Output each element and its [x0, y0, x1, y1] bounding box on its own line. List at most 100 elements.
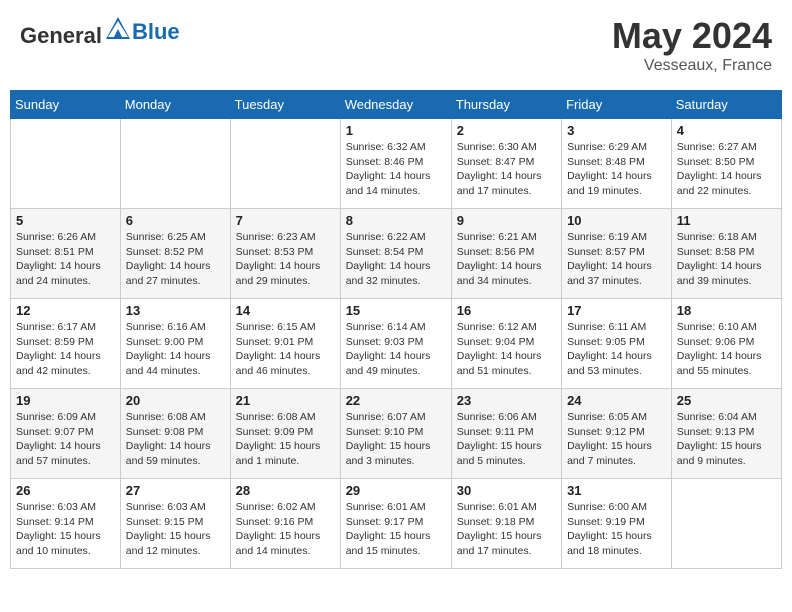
day-number: 14	[236, 303, 335, 318]
day-number: 12	[16, 303, 115, 318]
calendar-cell	[11, 119, 121, 209]
logo: General Blue	[20, 15, 180, 49]
calendar-cell: 25Sunrise: 6:04 AM Sunset: 9:13 PM Dayli…	[671, 389, 781, 479]
day-info: Sunrise: 6:22 AM Sunset: 8:54 PM Dayligh…	[346, 230, 446, 289]
day-number: 24	[567, 393, 666, 408]
calendar-cell: 20 Sunrise: 6:08 AM Sunset: 9:08 PM Dayli…	[120, 389, 230, 479]
calendar-cell: 11Sunrise: 6:18 AM Sunset: 8:58 PM Dayli…	[671, 209, 781, 299]
calendar-cell: 7 Sunrise: 6:23 AM Sunset: 8:53 PM Daylig…	[230, 209, 340, 299]
calendar-week-row: 26 Sunrise: 6:03 AM Sunset: 9:14 PM Dayli…	[11, 479, 782, 569]
day-info: Sunrise: 6:25 AM Sunset: 8:52 PM Dayligh…	[126, 230, 225, 289]
calendar-title: May 2024	[612, 15, 772, 57]
weekday-header-sunday: Sunday	[11, 91, 121, 119]
day-number: 7	[236, 213, 335, 228]
day-number: 19	[16, 393, 115, 408]
day-number: 26	[16, 483, 115, 498]
day-number: 22	[346, 393, 446, 408]
calendar-cell: 4 Sunrise: 6:27 AM Sunset: 8:50 PM Daylig…	[671, 119, 781, 209]
day-number: 21	[236, 393, 335, 408]
day-info: Sunrise: 6:10 AM Sunset: 9:06 PM Dayligh…	[677, 320, 776, 379]
day-info: Sunrise: 6:26 AM Sunset: 8:51 PM Dayligh…	[16, 230, 115, 289]
day-info: Sunrise: 6:08 AM Sunset: 9:09 PM Dayligh…	[236, 410, 335, 469]
calendar-cell	[671, 479, 781, 569]
calendar-table: SundayMondayTuesdayWednesdayThursdayFrid…	[10, 90, 782, 569]
day-number: 1	[346, 123, 446, 138]
calendar-cell: 29Sunrise: 6:01 AM Sunset: 9:17 PM Dayli…	[340, 479, 451, 569]
logo-icon	[104, 15, 132, 43]
day-number: 28	[236, 483, 335, 498]
day-number: 11	[677, 213, 776, 228]
calendar-cell: 14 Sunrise: 6:15 AM Sunset: 9:01 PM Dayli…	[230, 299, 340, 389]
day-number: 8	[346, 213, 446, 228]
weekday-header-thursday: Thursday	[451, 91, 561, 119]
day-number: 13	[126, 303, 225, 318]
day-info: Sunrise: 6:27 AM Sunset: 8:50 PM Dayligh…	[677, 140, 776, 199]
calendar-cell	[230, 119, 340, 209]
day-info: Sunrise: 6:16 AM Sunset: 9:00 PM Dayligh…	[126, 320, 225, 379]
calendar-cell: 13 Sunrise: 6:16 AM Sunset: 9:00 PM Dayli…	[120, 299, 230, 389]
day-info: Sunrise: 6:04 AM Sunset: 9:13 PM Dayligh…	[677, 410, 776, 469]
day-number: 10	[567, 213, 666, 228]
day-info: Sunrise: 6:21 AM Sunset: 8:56 PM Dayligh…	[457, 230, 556, 289]
header: General Blue May 2024 Vesseaux, France	[10, 10, 782, 80]
day-number: 15	[346, 303, 446, 318]
day-info: Sunrise: 6:14 AM Sunset: 9:03 PM Dayligh…	[346, 320, 446, 379]
day-info: Sunrise: 6:08 AM Sunset: 9:08 PM Dayligh…	[126, 410, 225, 469]
day-number: 6	[126, 213, 225, 228]
day-info: Sunrise: 6:30 AM Sunset: 8:47 PM Dayligh…	[457, 140, 556, 199]
day-info: Sunrise: 6:03 AM Sunset: 9:15 PM Dayligh…	[126, 500, 225, 559]
calendar-cell: 24 Sunrise: 6:05 AM Sunset: 9:12 PM Dayli…	[562, 389, 672, 479]
day-info: Sunrise: 6:05 AM Sunset: 9:12 PM Dayligh…	[567, 410, 666, 469]
day-info: Sunrise: 6:12 AM Sunset: 9:04 PM Dayligh…	[457, 320, 556, 379]
calendar-cell: 16 Sunrise: 6:12 AM Sunset: 9:04 PM Dayli…	[451, 299, 561, 389]
calendar-cell: 10 Sunrise: 6:19 AM Sunset: 8:57 PM Dayli…	[562, 209, 672, 299]
weekday-header-saturday: Saturday	[671, 91, 781, 119]
weekday-header-tuesday: Tuesday	[230, 91, 340, 119]
weekday-header-friday: Friday	[562, 91, 672, 119]
calendar-cell: 28 Sunrise: 6:02 AM Sunset: 9:16 PM Dayli…	[230, 479, 340, 569]
day-number: 3	[567, 123, 666, 138]
day-info: Sunrise: 6:15 AM Sunset: 9:01 PM Dayligh…	[236, 320, 335, 379]
weekday-header-monday: Monday	[120, 91, 230, 119]
day-info: Sunrise: 6:03 AM Sunset: 9:14 PM Dayligh…	[16, 500, 115, 559]
logo-general-text: General	[20, 23, 102, 48]
calendar-cell: 9 Sunrise: 6:21 AM Sunset: 8:56 PM Daylig…	[451, 209, 561, 299]
day-info: Sunrise: 6:32 AM Sunset: 8:46 PM Dayligh…	[346, 140, 446, 199]
day-number: 17	[567, 303, 666, 318]
day-info: Sunrise: 6:02 AM Sunset: 9:16 PM Dayligh…	[236, 500, 335, 559]
logo-blue-text: Blue	[132, 19, 180, 45]
day-number: 4	[677, 123, 776, 138]
day-info: Sunrise: 6:00 AM Sunset: 9:19 PM Dayligh…	[567, 500, 666, 559]
calendar-cell: 23Sunrise: 6:06 AM Sunset: 9:11 PM Dayli…	[451, 389, 561, 479]
calendar-week-row: 12 Sunrise: 6:17 AM Sunset: 8:59 PM Dayli…	[11, 299, 782, 389]
day-number: 16	[457, 303, 556, 318]
calendar-cell: 15 Sunrise: 6:14 AM Sunset: 9:03 PM Dayli…	[340, 299, 451, 389]
calendar-cell: 21 Sunrise: 6:08 AM Sunset: 9:09 PM Dayli…	[230, 389, 340, 479]
calendar-cell: 17 Sunrise: 6:11 AM Sunset: 9:05 PM Dayli…	[562, 299, 672, 389]
calendar-cell: 22 Sunrise: 6:07 AM Sunset: 9:10 PM Dayli…	[340, 389, 451, 479]
calendar-cell: 26 Sunrise: 6:03 AM Sunset: 9:14 PM Dayli…	[11, 479, 121, 569]
day-number: 20	[126, 393, 225, 408]
calendar-cell: 31Sunrise: 6:00 AM Sunset: 9:19 PM Dayli…	[562, 479, 672, 569]
day-info: Sunrise: 6:23 AM Sunset: 8:53 PM Dayligh…	[236, 230, 335, 289]
day-number: 27	[126, 483, 225, 498]
title-block: May 2024 Vesseaux, France	[612, 15, 772, 75]
day-info: Sunrise: 6:11 AM Sunset: 9:05 PM Dayligh…	[567, 320, 666, 379]
day-info: Sunrise: 6:09 AM Sunset: 9:07 PM Dayligh…	[16, 410, 115, 469]
day-info: Sunrise: 6:17 AM Sunset: 8:59 PM Dayligh…	[16, 320, 115, 379]
calendar-cell: 1 Sunrise: 6:32 AM Sunset: 8:46 PM Daylig…	[340, 119, 451, 209]
calendar-cell	[120, 119, 230, 209]
day-info: Sunrise: 6:19 AM Sunset: 8:57 PM Dayligh…	[567, 230, 666, 289]
calendar-cell: 12 Sunrise: 6:17 AM Sunset: 8:59 PM Dayli…	[11, 299, 121, 389]
day-info: Sunrise: 6:29 AM Sunset: 8:48 PM Dayligh…	[567, 140, 666, 199]
day-number: 9	[457, 213, 556, 228]
day-number: 30	[457, 483, 556, 498]
calendar-cell: 27 Sunrise: 6:03 AM Sunset: 9:15 PM Dayli…	[120, 479, 230, 569]
day-info: Sunrise: 6:07 AM Sunset: 9:10 PM Dayligh…	[346, 410, 446, 469]
calendar-week-row: 19 Sunrise: 6:09 AM Sunset: 9:07 PM Dayli…	[11, 389, 782, 479]
calendar-week-row: 1 Sunrise: 6:32 AM Sunset: 8:46 PM Daylig…	[11, 119, 782, 209]
calendar-cell: 6 Sunrise: 6:25 AM Sunset: 8:52 PM Daylig…	[120, 209, 230, 299]
day-number: 2	[457, 123, 556, 138]
calendar-location: Vesseaux, France	[612, 57, 772, 75]
calendar-cell: 2 Sunrise: 6:30 AM Sunset: 8:47 PM Daylig…	[451, 119, 561, 209]
